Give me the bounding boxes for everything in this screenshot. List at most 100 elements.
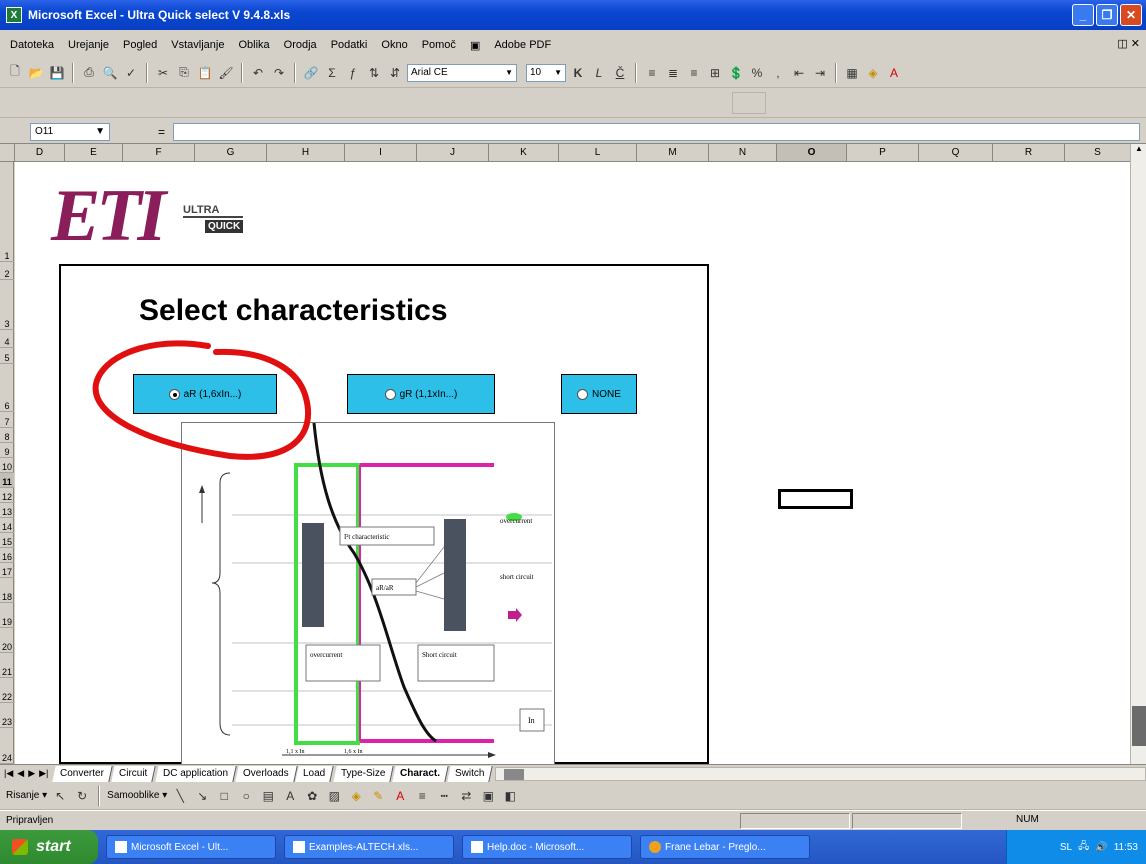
first-sheet-icon[interactable]: |◀ bbox=[4, 768, 13, 779]
currency-icon[interactable]: 💲 bbox=[727, 64, 745, 82]
copy-icon[interactable]: ⎘ bbox=[175, 64, 193, 82]
format-painter-icon[interactable]: 🖌 bbox=[217, 64, 235, 82]
menu-data[interactable]: Podatki bbox=[329, 38, 370, 52]
taskbar-item[interactable]: Frane Lebar - Preglo... bbox=[640, 835, 810, 859]
row-header[interactable]: 6 bbox=[0, 364, 14, 412]
autoshapes-menu-button[interactable]: Samooblike ▾ bbox=[107, 790, 167, 801]
select-all-corner[interactable] bbox=[0, 144, 15, 162]
spelling-icon[interactable]: ✓ bbox=[122, 64, 140, 82]
align-left-icon[interactable]: ≡ bbox=[643, 64, 661, 82]
start-button[interactable]: start bbox=[0, 830, 98, 864]
column-header-active[interactable]: O bbox=[777, 144, 847, 162]
tab-overloads[interactable]: Overloads bbox=[234, 765, 297, 782]
row-header[interactable]: 4 bbox=[0, 330, 14, 348]
row-header[interactable]: 3 bbox=[0, 280, 14, 330]
fill-color-icon[interactable]: ◈ bbox=[347, 787, 365, 805]
row-header[interactable]: 24 bbox=[0, 728, 14, 764]
line-color-icon[interactable]: ✎ bbox=[369, 787, 387, 805]
row-header[interactable]: 23 bbox=[0, 703, 14, 728]
column-header[interactable]: F bbox=[123, 144, 195, 162]
tab-charact[interactable]: Charact. bbox=[392, 765, 449, 782]
vertical-scrollbar[interactable]: ▲ bbox=[1130, 144, 1146, 764]
arrow-icon[interactable]: ↘ bbox=[193, 787, 211, 805]
row-header[interactable]: 22 bbox=[0, 678, 14, 703]
align-right-icon[interactable]: ≡ bbox=[685, 64, 703, 82]
3d-icon[interactable]: ◧ bbox=[501, 787, 519, 805]
italic-icon[interactable]: L bbox=[590, 64, 608, 82]
row-header[interactable]: 21 bbox=[0, 653, 14, 678]
menu-edit[interactable]: Urejanje bbox=[66, 38, 111, 52]
textbox-icon[interactable]: ▤ bbox=[259, 787, 277, 805]
sort-desc-icon[interactable]: ⇵ bbox=[386, 64, 404, 82]
row-header[interactable]: 18 bbox=[0, 578, 14, 603]
comma-icon[interactable]: ‚ bbox=[769, 64, 787, 82]
row-header[interactable]: 8 bbox=[0, 428, 14, 443]
horizontal-scrollbar[interactable] bbox=[495, 766, 1146, 781]
volume-icon[interactable]: 🔊 bbox=[1095, 842, 1107, 853]
bold-icon[interactable]: K bbox=[569, 64, 587, 82]
font-name-select[interactable]: Arial CE ▼ bbox=[407, 63, 517, 82]
font-color-icon[interactable]: A bbox=[391, 787, 409, 805]
percent-icon[interactable]: % bbox=[748, 64, 766, 82]
last-sheet-icon[interactable]: ▶| bbox=[39, 768, 48, 779]
arrow-style-icon[interactable]: ⇄ bbox=[457, 787, 475, 805]
merge-center-icon[interactable]: ⊞ bbox=[706, 64, 724, 82]
fill-color-icon[interactable]: ◈ bbox=[864, 64, 882, 82]
menu-format[interactable]: Oblika bbox=[236, 38, 271, 52]
column-header[interactable]: H bbox=[267, 144, 345, 162]
tab-converter[interactable]: Converter bbox=[52, 765, 113, 782]
menu-file[interactable]: Datoteka bbox=[8, 38, 56, 52]
taskbar-item[interactable]: Help.doc - Microsoft... bbox=[462, 835, 632, 859]
fx-icon[interactable]: = bbox=[158, 125, 165, 139]
prev-sheet-icon[interactable]: ◀ bbox=[17, 768, 24, 779]
align-center-icon[interactable]: ≣ bbox=[664, 64, 682, 82]
column-header[interactable]: Q bbox=[919, 144, 993, 162]
menu-tools[interactable]: Orodja bbox=[282, 38, 319, 52]
shadow-icon[interactable]: ▣ bbox=[479, 787, 497, 805]
row-header[interactable]: 7 bbox=[0, 412, 14, 428]
hyperlink-icon[interactable]: 🔗 bbox=[302, 64, 320, 82]
line-style-icon[interactable]: ≡ bbox=[413, 787, 431, 805]
tab-type-size[interactable]: Type-Size bbox=[332, 765, 394, 782]
row-header[interactable]: 10 bbox=[0, 458, 14, 473]
row-header[interactable]: 1 bbox=[0, 162, 14, 262]
scroll-thumb[interactable] bbox=[1132, 706, 1146, 746]
column-header[interactable]: L bbox=[559, 144, 637, 162]
function-icon[interactable]: ƒ bbox=[344, 64, 362, 82]
column-header[interactable]: E bbox=[65, 144, 123, 162]
new-icon[interactable]: 🗋 bbox=[6, 64, 24, 82]
formula-input[interactable] bbox=[173, 122, 1140, 141]
language-indicator[interactable]: SL bbox=[1060, 842, 1072, 853]
tab-dc-application[interactable]: DC application bbox=[154, 765, 237, 782]
tab-load[interactable]: Load bbox=[295, 765, 335, 782]
row-header[interactable]: 15 bbox=[0, 533, 14, 548]
column-header[interactable]: R bbox=[993, 144, 1065, 162]
cut-icon[interactable]: ✂ bbox=[154, 64, 172, 82]
row-header[interactable]: 13 bbox=[0, 503, 14, 518]
row-header[interactable]: 16 bbox=[0, 548, 14, 563]
tab-circuit[interactable]: Circuit bbox=[111, 765, 157, 782]
drawing-menu-button[interactable]: Risanje ▾ bbox=[6, 790, 47, 801]
column-header[interactable]: G bbox=[195, 144, 267, 162]
save-icon[interactable]: 💾 bbox=[48, 64, 66, 82]
menu-window[interactable]: Okno bbox=[379, 38, 409, 52]
row-header[interactable]: 5 bbox=[0, 348, 14, 364]
borders-icon[interactable]: ▦ bbox=[843, 64, 861, 82]
wordart-icon[interactable]: A bbox=[281, 787, 299, 805]
row-header[interactable]: 12 bbox=[0, 488, 14, 503]
menu-view[interactable]: Pogled bbox=[121, 38, 159, 52]
column-header[interactable]: P bbox=[847, 144, 919, 162]
font-size-select[interactable]: 10 ▼ bbox=[526, 63, 566, 82]
hscroll-thumb[interactable] bbox=[504, 768, 525, 780]
close-button[interactable]: ✕ bbox=[1120, 4, 1142, 26]
oval-icon[interactable]: ○ bbox=[237, 787, 255, 805]
redo-icon[interactable]: ↷ bbox=[270, 64, 288, 82]
next-sheet-icon[interactable]: ▶ bbox=[28, 768, 35, 779]
name-box[interactable]: O11 ▼ bbox=[30, 122, 110, 141]
dash-style-icon[interactable]: ┅ bbox=[435, 787, 453, 805]
column-header[interactable]: I bbox=[345, 144, 417, 162]
column-header[interactable]: J bbox=[417, 144, 489, 162]
undo-icon[interactable]: ↶ bbox=[249, 64, 267, 82]
menu-insert[interactable]: Vstavljanje bbox=[169, 38, 226, 52]
row-header-active[interactable]: 11 bbox=[0, 473, 14, 488]
